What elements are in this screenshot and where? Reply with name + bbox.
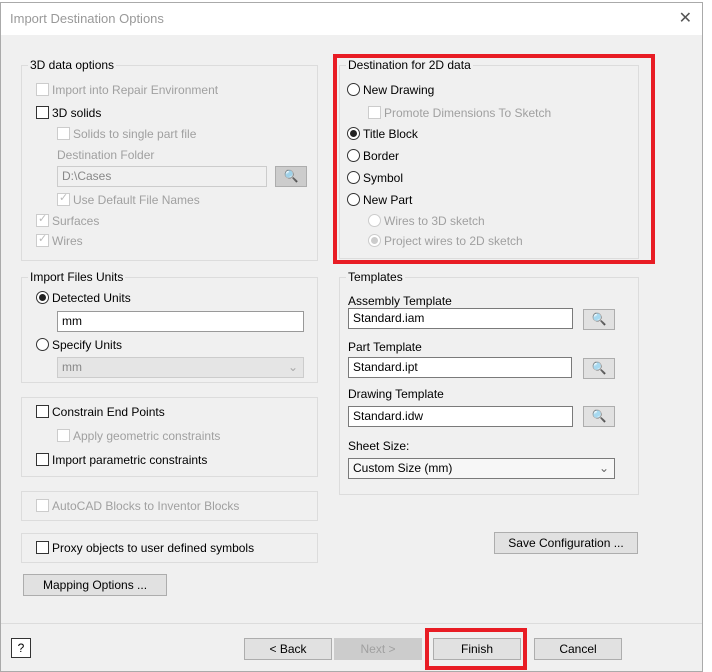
footer-divider	[1, 623, 702, 624]
group-legend: Templates	[346, 270, 405, 284]
repair-checkbox[interactable]	[36, 83, 49, 96]
specify-units-value: mm	[62, 360, 82, 374]
repair-label: Import into Repair Environment	[52, 83, 219, 97]
wires-checkbox[interactable]	[36, 232, 49, 247]
geometric-constraints-checkbox[interactable]	[57, 429, 70, 442]
proxy-objects-label: Proxy objects to user defined symbols	[52, 541, 255, 555]
geometric-constraints-label: Apply geometric constraints	[73, 429, 221, 443]
specify-units-label: Specify Units	[52, 338, 123, 352]
highlight-box	[333, 54, 655, 264]
group-legend: Import Files Units	[28, 270, 126, 284]
constrain-end-points-label: Constrain End Points	[52, 405, 165, 419]
mapping-options-button[interactable]: Mapping Options ...	[23, 574, 167, 596]
assembly-template-input[interactable]: Standard.iam	[348, 308, 573, 329]
default-names-label: Use Default File Names	[73, 193, 200, 207]
assembly-template-label: Assembly Template	[348, 294, 452, 308]
save-configuration-button[interactable]: Save Configuration ...	[494, 532, 638, 554]
finish-highlight-box	[425, 628, 527, 670]
back-button[interactable]: < Back	[244, 638, 332, 660]
close-icon[interactable]: ✕	[679, 8, 692, 28]
specify-units-radio[interactable]	[36, 338, 49, 351]
single-part-label: Solids to single part file	[73, 127, 197, 141]
3d-solids-label: 3D solids	[52, 106, 102, 120]
autocad-blocks-label: AutoCAD Blocks to Inventor Blocks	[52, 499, 240, 513]
group-legend: 3D data options	[28, 58, 117, 72]
drawing-template-label: Drawing Template	[348, 387, 444, 401]
title-bar: Import Destination Options ✕	[1, 3, 702, 35]
browse-assembly-icon[interactable]: 🔍	[583, 309, 615, 330]
browse-drawing-icon[interactable]: 🔍	[583, 406, 615, 427]
browse-folder-icon[interactable]: 🔍	[275, 166, 307, 187]
sheet-size-select[interactable]: Custom Size (mm) ⌄	[348, 458, 615, 479]
chevron-down-icon: ⌄	[598, 461, 609, 475]
autocad-blocks-checkbox[interactable]	[36, 499, 49, 512]
cancel-button[interactable]: Cancel	[534, 638, 622, 660]
import-destination-options-dialog: Import Destination Options ✕ 3D data opt…	[0, 2, 703, 672]
proxy-objects-checkbox[interactable]	[36, 541, 49, 554]
parametric-constraints-checkbox[interactable]	[36, 453, 49, 466]
part-template-label: Part Template	[348, 340, 422, 354]
sheet-size-label: Sheet Size:	[348, 439, 410, 453]
surfaces-checkbox[interactable]	[36, 212, 49, 227]
destination-folder-input[interactable]: D:\Cases	[57, 166, 267, 187]
chevron-down-icon: ⌄	[287, 360, 298, 374]
part-template-input[interactable]: Standard.ipt	[348, 357, 572, 378]
specify-units-select[interactable]: mm ⌄	[57, 357, 304, 378]
default-names-checkbox[interactable]	[57, 191, 70, 206]
detected-units-label: Detected Units	[52, 291, 131, 305]
destination-folder-label: Destination Folder	[57, 148, 155, 162]
sheet-size-value: Custom Size (mm)	[353, 461, 453, 475]
dialog-title: Import Destination Options	[10, 11, 164, 26]
constrain-end-points-checkbox[interactable]	[36, 405, 49, 418]
surfaces-label: Surfaces	[52, 214, 100, 228]
wires-label: Wires	[52, 234, 83, 248]
detected-units-radio[interactable]	[36, 291, 49, 304]
single-part-checkbox[interactable]	[57, 127, 70, 140]
drawing-template-input[interactable]: Standard.idw	[348, 406, 573, 427]
next-button[interactable]: Next >	[334, 638, 422, 660]
help-button[interactable]: ?	[11, 638, 31, 658]
browse-part-icon[interactable]: 🔍	[583, 358, 615, 379]
parametric-constraints-label: Import parametric constraints	[52, 453, 208, 467]
3d-solids-checkbox[interactable]	[36, 106, 49, 119]
detected-units-input[interactable]: mm	[57, 311, 304, 332]
